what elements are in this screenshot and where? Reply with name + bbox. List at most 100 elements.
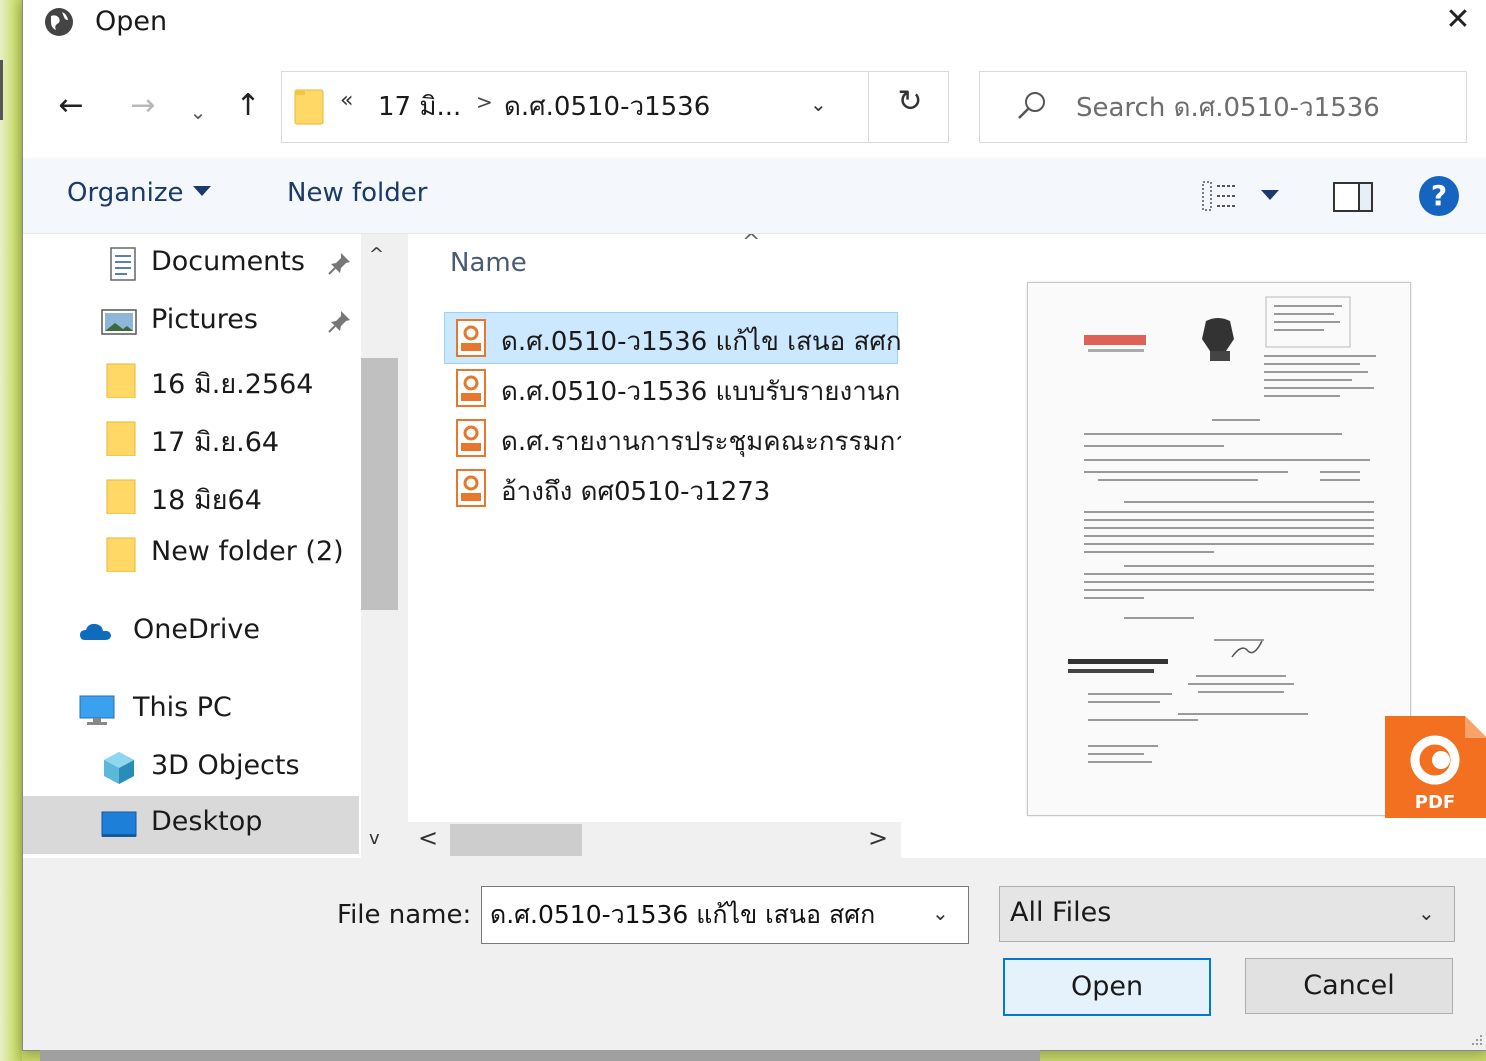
caret-down-icon[interactable] xyxy=(193,186,211,196)
sidebar-item-label: 17 มิ.ย.64 xyxy=(151,427,280,458)
preview-pane-icon[interactable] xyxy=(1333,182,1373,212)
pin-icon xyxy=(328,253,350,275)
pdf-file-icon xyxy=(456,369,486,407)
close-button[interactable]: ✕ xyxy=(1429,0,1486,46)
sort-ascending-icon: ^ xyxy=(742,234,761,255)
breadcrumb-separator[interactable]: > xyxy=(476,90,493,114)
navigation-pane: Documents Pictures 16 มิ.ย.2564 17 มิ.ย.… xyxy=(23,234,398,858)
sidebar-item-label: Documents xyxy=(151,246,305,277)
window-title: Open xyxy=(95,6,168,37)
navigation-scrollbar[interactable]: ^ v xyxy=(361,234,398,858)
3d-objects-icon xyxy=(104,752,134,784)
chevron-down-icon[interactable]: ⌄ xyxy=(932,901,949,925)
scroll-left-icon[interactable]: < xyxy=(418,824,438,852)
file-list: ^ Name ด.ศ.0510-ว1536 แก้ไข เสนอ สศก ด.ศ… xyxy=(408,234,901,858)
file-row[interactable]: ด.ศ.0510-ว1536 แบบรับรายงานการ xyxy=(444,362,901,414)
desktop-icon xyxy=(101,811,137,837)
view-options-icon[interactable] xyxy=(1201,180,1241,212)
breadcrumb-item[interactable]: 17 มิ... xyxy=(378,86,461,127)
file-row[interactable]: ด.ศ.0510-ว1536 แก้ไข เสนอ สศก xyxy=(444,312,901,364)
breadcrumb-item[interactable]: ด.ศ.0510-ว1536 xyxy=(504,86,710,127)
address-bar[interactable]: « 17 มิ... > ด.ศ.0510-ว1536 ⌄ ↻ xyxy=(281,71,949,143)
search-box[interactable] xyxy=(979,71,1467,143)
document-thumbnail xyxy=(1068,296,1376,763)
chevron-down-icon: ⌄ xyxy=(189,100,207,124)
title-bar: Open ✕ xyxy=(23,0,1486,46)
sidebar-item-folder[interactable]: 17 มิ.ย.64 xyxy=(23,410,359,466)
pdf-badge-icon: PDF xyxy=(1385,716,1486,818)
sidebar-item-this-pc[interactable]: This PC xyxy=(23,682,359,738)
horizontal-scrollbar[interactable]: < > xyxy=(408,822,901,858)
organize-button[interactable]: Organize xyxy=(67,178,183,208)
file-name-input[interactable] xyxy=(490,897,920,933)
folder-icon xyxy=(106,479,136,514)
scrollbar-thumb[interactable] xyxy=(361,358,398,610)
sidebar-item-label: This PC xyxy=(133,692,232,723)
pdf-file-icon xyxy=(456,419,486,457)
forward-button[interactable]: → xyxy=(123,88,163,124)
command-bar: Organize New folder ? xyxy=(23,158,1486,234)
sidebar-item-label: 3D Objects xyxy=(151,750,300,781)
up-button[interactable]: ↑ xyxy=(228,88,268,124)
sidebar-item-folder[interactable]: New folder (2) xyxy=(23,526,359,582)
sidebar-item-label: Desktop xyxy=(151,806,263,837)
sidebar-item-label: 18 มิย64 xyxy=(151,485,262,516)
arrow-up-icon: ↑ xyxy=(235,88,261,123)
pdf-file-icon xyxy=(456,469,486,507)
resize-grip-icon[interactable] xyxy=(1469,1032,1483,1046)
onedrive-icon xyxy=(80,623,111,640)
sidebar-item-desktop[interactable]: Desktop xyxy=(23,796,359,854)
file-name: อ้างถึง ดศ0510-ว1273 xyxy=(501,477,771,507)
back-button[interactable]: ← xyxy=(51,88,91,124)
folder-icon xyxy=(106,537,136,572)
documents-icon xyxy=(110,247,136,281)
file-name: ด.ศ.0510-ว1536 แก้ไข เสนอ สศก xyxy=(501,327,901,357)
pictures-icon xyxy=(101,309,137,335)
sidebar-item-pictures[interactable]: Pictures xyxy=(23,294,359,350)
file-row[interactable]: ด.ศ.รายงานการประชุมคณะกรรมการ xyxy=(444,412,901,464)
file-name: ด.ศ.0510-ว1536 แบบรับรายงานการ xyxy=(501,377,901,407)
file-row[interactable]: อ้างถึง ดศ0510-ว1273 xyxy=(444,462,898,514)
sidebar-item-folder[interactable]: 16 มิ.ย.2564 xyxy=(23,352,359,408)
arrow-left-icon: ← xyxy=(58,88,84,123)
this-pc-icon xyxy=(79,695,115,725)
search-input[interactable] xyxy=(1076,90,1446,126)
file-name: ด.ศ.รายงานการประชุมคณะกรรมการ xyxy=(501,427,901,457)
sidebar-item-label: 16 มิ.ย.2564 xyxy=(151,369,314,400)
background-window-shadow xyxy=(40,1050,1040,1061)
app-globe-icon xyxy=(45,8,73,36)
pdf-file-icon xyxy=(456,319,486,357)
document-preview xyxy=(1027,282,1411,816)
sidebar-item-3d-objects[interactable]: 3D Objects xyxy=(23,740,359,796)
background-window xyxy=(0,0,22,1061)
sidebar-item-label: Pictures xyxy=(151,304,258,335)
open-button[interactable]: Open xyxy=(1003,958,1211,1016)
file-type-select[interactable]: All Files ⌄ xyxy=(999,886,1455,942)
recent-locations-button[interactable]: ⌄ xyxy=(183,94,213,130)
cancel-button[interactable]: Cancel xyxy=(1245,958,1453,1014)
sidebar-item-onedrive[interactable]: OneDrive xyxy=(23,604,359,660)
column-header-name[interactable]: Name xyxy=(450,248,527,278)
sidebar-item-documents[interactable]: Documents xyxy=(23,236,359,292)
file-name-combobox[interactable]: ⌄ xyxy=(481,886,969,944)
breadcrumb-overflow[interactable]: « xyxy=(340,88,353,113)
address-history-dropdown[interactable]: ⌄ xyxy=(810,92,827,116)
scroll-down-icon[interactable]: v xyxy=(369,828,380,849)
scroll-up-icon[interactable]: ^ xyxy=(369,244,384,265)
new-folder-button[interactable]: New folder xyxy=(287,178,427,208)
arrow-right-icon: → xyxy=(130,88,156,123)
scrollbar-thumb[interactable] xyxy=(450,824,582,856)
divider xyxy=(868,72,869,142)
help-button[interactable]: ? xyxy=(1419,176,1459,216)
footer-panel: File name: ⌄ All Files ⌄ Open Cancel xyxy=(23,858,1486,1050)
file-name-label: File name: xyxy=(337,900,472,930)
refresh-button[interactable]: ↻ xyxy=(882,84,938,119)
close-icon: ✕ xyxy=(1445,2,1471,37)
refresh-icon: ↻ xyxy=(897,84,923,119)
view-dropdown-caret-icon[interactable] xyxy=(1261,190,1279,200)
scroll-right-icon[interactable]: > xyxy=(868,824,888,852)
sidebar-item-label: New folder (2) xyxy=(151,536,344,567)
help-icon: ? xyxy=(1430,179,1448,212)
sidebar-item-folder[interactable]: 18 มิย64 xyxy=(23,468,359,524)
address-row: ← → ⌄ ↑ « 17 มิ... > ด.ศ.0510-ว1536 ⌄ ↻ xyxy=(23,46,1486,158)
